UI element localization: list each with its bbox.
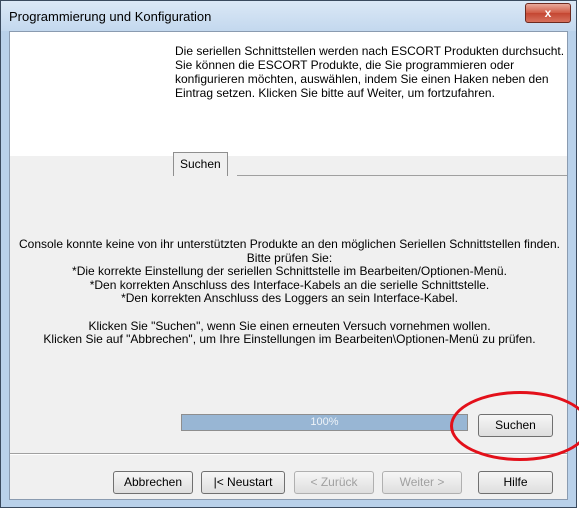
intro-line: Eintrag setzen. Klicken Sie bitte auf We… [175,86,495,100]
progress-label: 100% [310,416,339,428]
message-line: *Den korrekten Anschluss des Loggers an … [121,291,458,306]
back-button[interactable]: < Zurück [294,471,374,494]
next-button[interactable]: Weiter > [382,471,462,494]
progress-bar: 100% [181,414,468,431]
message-line: Klicken Sie auf "Abbrechen", um Ihre Ein… [43,332,536,347]
intro-text: Die seriellen Schnittstellen werden nach… [175,44,565,100]
message-line: Bitte prüfen Sie: [246,250,333,265]
restart-button[interactable]: |< Neustart [201,471,285,494]
message-line: Klicken Sie "Suchen", wenn Sie einen ern… [88,318,491,333]
message-line: *Den korrekten Anschluss des Interface-K… [89,277,490,292]
window-title: Programmierung und Konfiguration [9,9,212,24]
cancel-button[interactable]: Abbrechen [113,471,193,494]
highlight-circle-annotation [450,391,579,461]
close-button[interactable]: x [525,3,571,23]
message-line: *Die korrekte Einstellung der seriellen … [72,264,507,279]
title-bar[interactable]: Programmierung und Konfiguration x [1,1,576,31]
intro-line: konfigurieren möchten, auswählen, indem … [175,72,549,86]
intro-line: Die seriellen Schnittstellen werden nach… [175,44,565,58]
tab-strip-line [237,175,567,176]
message-line: Console konnte keine von ihr unterstützt… [18,237,560,251]
tab-suchen[interactable]: Suchen [173,152,228,176]
help-button[interactable]: Hilfe [478,471,553,494]
intro-line: Sie können die ESCORT Produkte, die Sie … [175,58,515,72]
close-icon: x [544,6,552,20]
error-message: Console konnte keine von ihr unterstützt… [10,237,569,347]
message-line [10,306,569,320]
header-panel: Die seriellen Schnittstellen werden nach… [10,32,567,156]
